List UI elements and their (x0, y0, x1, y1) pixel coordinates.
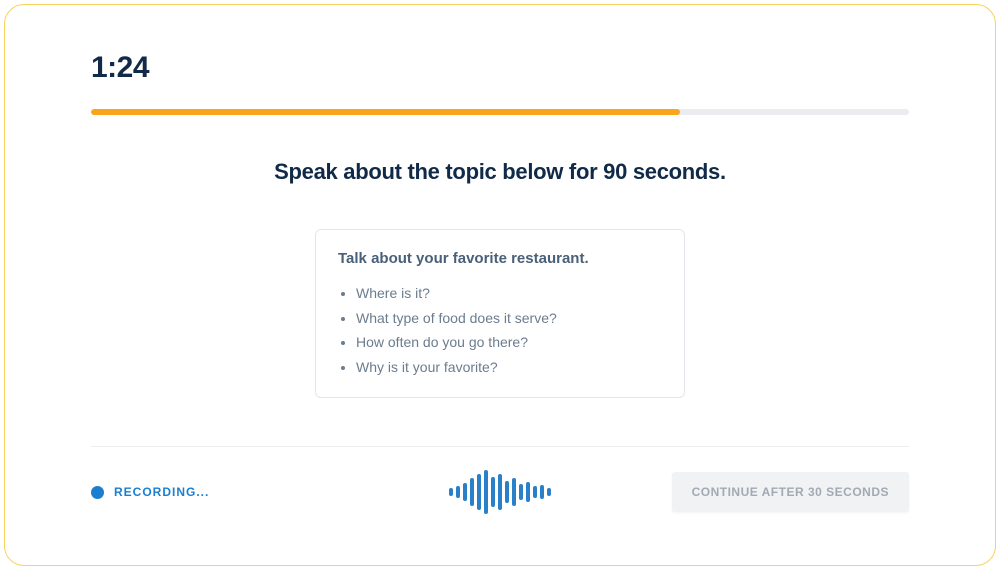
waveform-bar (505, 481, 509, 503)
waveform-bar (498, 474, 502, 510)
continue-button[interactable]: CONTINUE AFTER 30 SECONDS (672, 472, 909, 512)
waveform-bar (540, 485, 544, 499)
waveform-bar (484, 470, 488, 514)
footer-divider (91, 446, 909, 447)
recording-indicator: RECORDING... (91, 485, 209, 499)
waveform-icon (449, 467, 551, 517)
waveform-bar (547, 488, 551, 496)
waveform-bar (491, 477, 495, 507)
waveform-bar (463, 483, 467, 501)
progress-bar-track (91, 109, 909, 115)
waveform-bar (519, 484, 523, 500)
prompt-title: Talk about your favorite restaurant. (338, 250, 662, 267)
prompt-bullet: Where is it? (356, 281, 662, 306)
recording-dot-icon (91, 486, 104, 499)
prompt-card: Talk about your favorite restaurant. Whe… (315, 229, 685, 398)
waveform-bar (456, 486, 460, 498)
instruction-text: Speak about the topic below for 90 secon… (91, 159, 909, 185)
prompt-bullet: Why is it your favorite? (356, 355, 662, 380)
progress-bar-fill (91, 109, 680, 115)
waveform-bar (449, 488, 453, 496)
waveform-bar (526, 482, 530, 502)
waveform-bar (470, 478, 474, 506)
recording-label: RECORDING... (114, 485, 209, 499)
prompt-bullet: How often do you go there? (356, 330, 662, 355)
footer-bar: RECORDING... CONTINUE AFTER 30 SECONDS (91, 467, 909, 517)
timer-display: 1:24 (91, 51, 909, 85)
waveform-bar (512, 478, 516, 506)
prompt-list: Where is it? What type of food does it s… (338, 281, 662, 379)
waveform-bar (533, 486, 537, 498)
prompt-bullet: What type of food does it serve? (356, 306, 662, 331)
test-frame: 1:24 Speak about the topic below for 90 … (4, 4, 996, 566)
waveform-bar (477, 474, 481, 510)
